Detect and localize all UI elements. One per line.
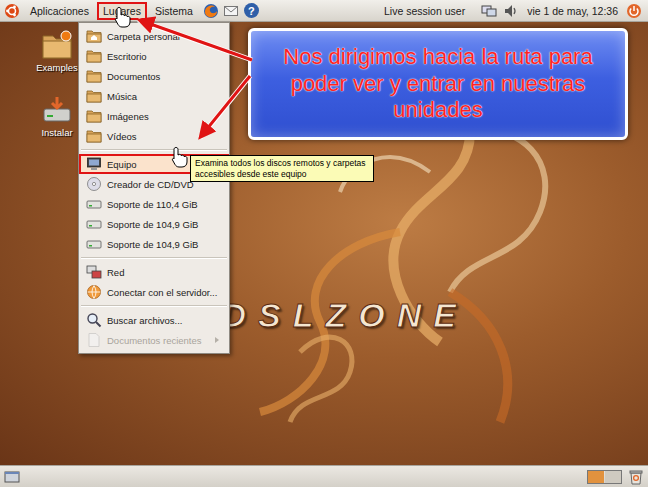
desktop-icon-label: Instalar xyxy=(41,127,72,138)
annotation-arrows xyxy=(0,0,648,487)
folder-icon xyxy=(86,108,102,124)
drive-icon xyxy=(86,216,102,232)
menu-item-label: Vídeos xyxy=(107,131,221,142)
menu-item-label: Escritorio xyxy=(107,51,221,62)
callout: Nos dirigimos hacia la ruta para poder v… xyxy=(248,28,628,140)
arrow-icon xyxy=(142,21,252,60)
menu-item-label: Soporte de 110,4 GiB xyxy=(107,199,221,210)
menu-separator xyxy=(81,149,227,151)
network-icon[interactable] xyxy=(481,3,497,19)
hand-cursor-icon xyxy=(171,146,189,168)
menu-item-label: Soporte de 104,9 GiB xyxy=(107,239,221,250)
folder-icon xyxy=(86,68,102,84)
disc-icon xyxy=(86,176,102,192)
menu-item-label: Buscar archivos... xyxy=(107,315,221,326)
menu-item-label: Red xyxy=(107,267,221,278)
arrow-icon xyxy=(202,76,250,135)
menu-item-label: Imágenes xyxy=(107,111,221,122)
power-icon[interactable] xyxy=(626,3,642,19)
help-icon[interactable]: ? xyxy=(244,3,259,18)
menu-item[interactable]: Vídeos xyxy=(79,126,229,146)
folder-icon xyxy=(86,48,102,64)
mail-icon[interactable] xyxy=(223,3,239,19)
desktop-icon-label: Examples xyxy=(36,62,78,73)
menu-item[interactable]: Música xyxy=(79,86,229,106)
submenu-arrow-icon xyxy=(213,336,221,344)
menu-item[interactable]: Documentos recientes xyxy=(79,330,229,350)
trash-icon[interactable] xyxy=(628,469,644,485)
places-menu: Carpeta personal Escritorio Documentos Músi… xyxy=(78,22,230,354)
menu-separator xyxy=(81,305,227,307)
menu-item[interactable]: Red xyxy=(79,262,229,282)
menu-item-label: Conectar con el servidor... xyxy=(107,287,221,298)
workspace[interactable] xyxy=(605,471,621,483)
workspace[interactable] xyxy=(588,471,604,483)
session-user[interactable]: Live session user xyxy=(384,5,465,17)
folder-icon xyxy=(86,88,102,104)
drive-icon xyxy=(86,196,102,212)
menu-item[interactable]: Soporte de 110,4 GiB xyxy=(79,194,229,214)
screen: AplicacionesLugaresSistema?Live session … xyxy=(0,0,648,487)
menu-item[interactable]: Soporte de 104,9 GiB xyxy=(79,214,229,234)
recent-icon xyxy=(86,332,102,348)
menu-item-label: Documentos recientes xyxy=(107,335,202,346)
tooltip: Examina todos los discos remotos y carpe… xyxy=(190,155,374,182)
firefox-icon[interactable] xyxy=(203,3,219,19)
ubuntu-logo-icon[interactable] xyxy=(4,3,20,19)
workspace-switcher[interactable] xyxy=(587,470,622,484)
menu-item[interactable]: Carpeta personal xyxy=(79,26,229,46)
folder-icon xyxy=(86,128,102,144)
menu-item[interactable]: Imágenes xyxy=(79,106,229,126)
menu-separator xyxy=(81,257,227,259)
panel-menu[interactable]: Aplicaciones xyxy=(24,2,95,20)
connect-icon xyxy=(86,284,102,300)
menu-item[interactable]: Escritorio xyxy=(79,46,229,66)
menu-item[interactable]: Conectar con el servidor... xyxy=(79,282,229,302)
callout-text: Nos dirigimos hacia la ruta para poder v… xyxy=(265,44,611,123)
installer-icon xyxy=(41,95,73,125)
panel-menu[interactable]: Sistema xyxy=(149,2,199,20)
menu-item-label: Carpeta personal xyxy=(107,31,221,42)
menu-item-label: Música xyxy=(107,91,221,102)
menu-item[interactable]: Buscar archivos... xyxy=(79,310,229,330)
menu-item-label: Documentos xyxy=(107,71,221,82)
home-icon xyxy=(86,28,102,44)
show-desktop-icon[interactable] xyxy=(4,469,20,485)
folder-icon xyxy=(41,30,73,60)
menu-item[interactable]: Soporte de 104,9 GiB xyxy=(79,234,229,254)
volume-icon[interactable] xyxy=(503,3,519,19)
menu-item-label: Soporte de 104,9 GiB xyxy=(107,219,221,230)
hand-cursor-icon xyxy=(114,6,132,28)
computer-icon xyxy=(86,156,102,172)
menu-item[interactable]: Documentos xyxy=(79,66,229,86)
bottom-panel xyxy=(0,465,648,487)
search-icon xyxy=(86,312,102,328)
clock[interactable]: vie 1 de may, 12:36 xyxy=(527,5,618,17)
drive-icon xyxy=(86,236,102,252)
network-icon xyxy=(86,264,102,280)
top-panel: AplicacionesLugaresSistema?Live session … xyxy=(0,0,648,22)
